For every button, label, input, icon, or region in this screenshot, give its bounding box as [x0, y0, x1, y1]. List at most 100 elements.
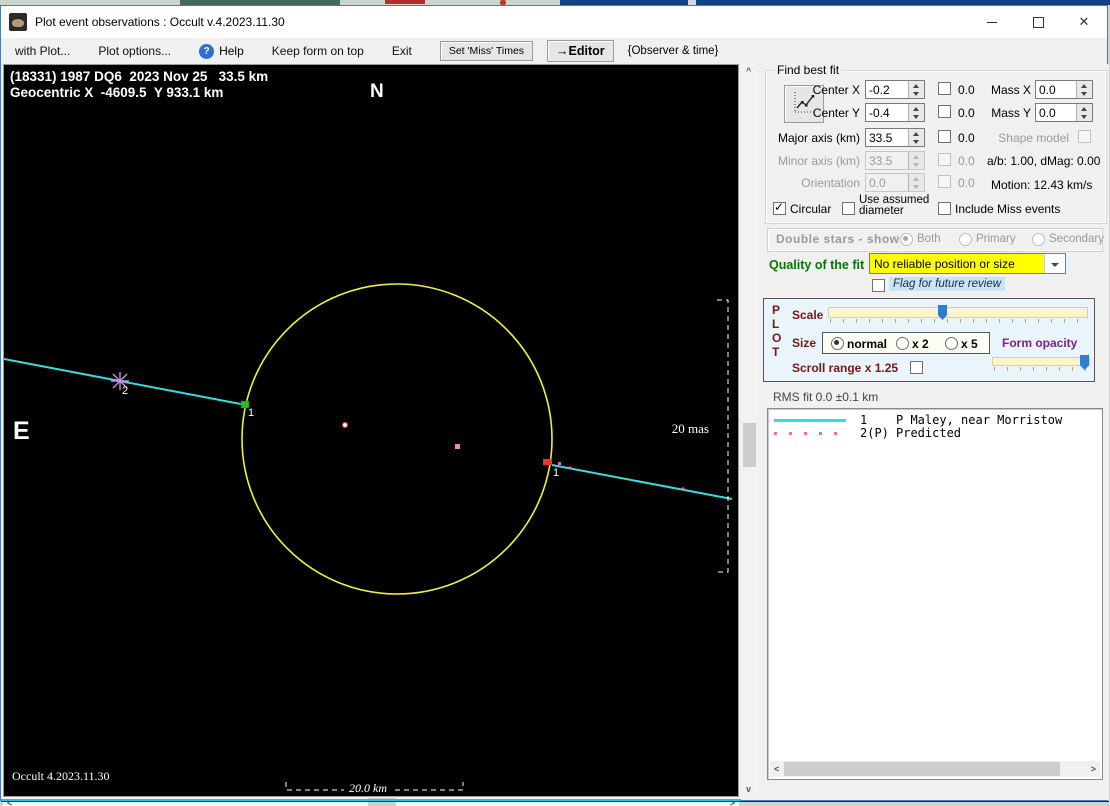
legend-scroll-right-icon[interactable]: > [1091, 765, 1096, 774]
shape-model-checkbox [1078, 130, 1091, 143]
legend-line-sample-1 [774, 419, 846, 422]
window-bottom-border [1, 801, 1109, 802]
menu-help-label: Help [219, 44, 244, 58]
mas-scale-bracket [717, 299, 729, 573]
plot-vertical-scrollbar[interactable]: ^ v [741, 64, 758, 797]
legend-scroll-thumb[interactable] [784, 762, 1060, 776]
legend-name-1: P Maley, near Morristow [896, 413, 1063, 427]
desktop-remnant [385, 0, 425, 4]
fit-panel: Find best fit Center X -0.2 0.0 Mass X 0… [761, 63, 1109, 800]
plot-graphics [4, 283, 733, 791]
editor-button[interactable]: →Editor [547, 40, 614, 62]
circular-label: Circular [790, 202, 832, 216]
quality-of-fit-label: Quality of the fit [769, 258, 865, 272]
km-scale-label: 20.0 km [344, 781, 392, 796]
size-x2-radio[interactable] [896, 337, 909, 350]
predicted-dot [568, 466, 572, 470]
window-controls: ✕ [969, 6, 1107, 38]
egress-label: 1 [553, 467, 560, 479]
minimize-icon [987, 21, 997, 23]
size-x5-radio[interactable] [945, 337, 958, 350]
center-y-spinner[interactable] [908, 104, 924, 121]
window-title: Plot event observations : Occult v.4.202… [35, 15, 285, 29]
major-axis-input[interactable]: 33.5 [865, 128, 925, 147]
center-y-label: Center Y [812, 106, 860, 120]
scale-label: Scale [792, 308, 824, 322]
major-axis-spinner[interactable] [908, 129, 924, 146]
rms-fit-text: RMS fit 0.0 ±0.1 km [773, 390, 879, 404]
maximize-button[interactable] [1015, 6, 1061, 38]
double-stars-both-label: Both [917, 233, 941, 245]
center-x-fix-value: 0.0 [958, 83, 975, 97]
predicted-dot [681, 487, 685, 491]
double-stars-primary-radio [959, 233, 972, 246]
menu-exit[interactable]: Exit [378, 44, 426, 58]
double-stars-primary-label: Primary [976, 233, 1016, 245]
size-x5-label: x 5 [961, 337, 978, 351]
include-miss-events-checkbox[interactable] [938, 202, 951, 215]
screen: Plot event observations : Occult v.4.202… [0, 0, 1110, 806]
egress-marker [543, 459, 552, 465]
quality-of-fit-dropdown[interactable]: No reliable position or size [869, 253, 1066, 274]
scroll-up-icon[interactable]: ^ [746, 67, 751, 76]
use-assumed-diameter-checkbox[interactable] [842, 202, 855, 215]
menu-plot-options[interactable]: Plot options... [84, 44, 185, 58]
plot-letter-o: O [772, 331, 782, 345]
center-marker-open [341, 421, 349, 429]
scale-slider[interactable] [828, 307, 1088, 318]
plot-controls-box: P L O T Scale Size normal x 2 x 5 Form o… [763, 298, 1095, 382]
chord-line-egress [551, 464, 733, 500]
mass-x-spinner[interactable] [1076, 81, 1092, 98]
menu-help[interactable]: ? Help [185, 43, 258, 59]
minimize-button[interactable] [969, 6, 1015, 38]
help-icon: ? [199, 43, 215, 59]
major-axis-fix-checkbox[interactable] [938, 130, 951, 143]
legend-horizontal-scrollbar[interactable]: < > [770, 761, 1100, 777]
mass-y-label: Mass Y [991, 106, 1031, 120]
scroll-down-icon[interactable]: v [746, 785, 751, 794]
major-axis-fix-value: 0.0 [958, 131, 975, 145]
menubar: with Plot... Plot options... ? Help Keep… [1, 38, 1107, 65]
close-button[interactable]: ✕ [1061, 6, 1107, 38]
legend-id-2: 2(P) [860, 426, 889, 440]
mass-y-spinner[interactable] [1076, 104, 1092, 121]
flag-review-checkbox[interactable] [872, 279, 885, 292]
egress-tick [558, 462, 561, 465]
find-best-fit-group: Find best fit Center X -0.2 0.0 Mass X 0… [765, 63, 1107, 224]
orientation-fix-value: 0.0 [958, 176, 975, 190]
legend-scroll-left-icon[interactable]: < [774, 765, 779, 774]
observer-time-label: {Observer & time} [627, 45, 719, 57]
double-stars-secondary-label: Secondary [1049, 233, 1104, 245]
circular-checkbox[interactable] [773, 200, 786, 215]
center-x-fix-checkbox[interactable] [938, 82, 951, 95]
mass-x-input[interactable]: 0.0 [1035, 80, 1093, 99]
mass-y-input[interactable]: 0.0 [1035, 103, 1093, 122]
menu-keep-on-top[interactable]: Keep form on top [258, 44, 378, 58]
center-x-input[interactable]: -0.2 [865, 80, 925, 99]
plot-subtitle: Geocentric X -4609.5 Y 933.1 km [10, 85, 224, 100]
center-y-fix-checkbox[interactable] [938, 105, 951, 118]
center-x-spinner[interactable] [908, 81, 924, 98]
minor-axis-label: Minor axis (km) [777, 154, 860, 168]
plot-letter-p: P [772, 303, 781, 317]
set-miss-times-button[interactable]: Set 'Miss' Times [439, 41, 534, 61]
size-normal-label: normal [847, 337, 888, 351]
observation-legend-list[interactable]: 1 P Maley, near Morristow 2(P) Predicted… [767, 408, 1103, 780]
plot-frame: (18331) 1987 DQ6 2023 Nov 25 33.5 km Geo… [3, 64, 739, 797]
ab-dmag-text: a/b: 1.00, dMag: 0.00 [987, 154, 1101, 168]
legend-line-sample-2 [774, 432, 848, 435]
dropdown-arrow-icon[interactable] [1044, 254, 1065, 273]
center-y-fix-value: 0.0 [958, 106, 975, 120]
legend-id-1: 1 [860, 413, 868, 427]
menu-with-plot[interactable]: with Plot... [1, 44, 84, 58]
scroll-range-checkbox[interactable] [910, 361, 923, 374]
center-y-input[interactable]: -0.4 [865, 103, 925, 122]
size-option-group: normal x 2 x 5 [822, 332, 990, 354]
size-normal-radio[interactable] [831, 337, 844, 350]
plot-canvas[interactable]: (18331) 1987 DQ6 2023 Nov 25 33.5 km Geo… [4, 65, 737, 796]
opacity-slider[interactable] [992, 357, 1090, 366]
use-assumed-diameter-label: Use assumed diameter [859, 194, 930, 217]
orientation-fix-checkbox [938, 175, 951, 188]
vscroll-thumb[interactable] [743, 423, 756, 467]
mas-scale-label: 20 mas [671, 421, 709, 436]
